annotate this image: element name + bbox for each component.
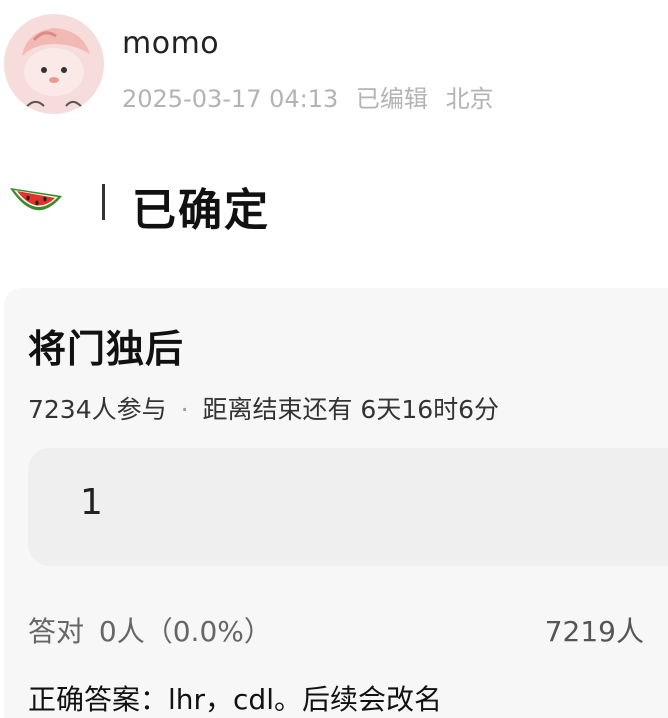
post-location: 北京: [445, 85, 494, 113]
poll-option-text: 1: [80, 482, 103, 523]
watermelon-icon: [10, 188, 62, 211]
username[interactable]: momo: [122, 26, 219, 61]
poll-participants: 7234人参与: [28, 395, 167, 424]
avatar-icon: [4, 14, 104, 114]
post-timestamp: 2025-03-17 04:13: [122, 85, 339, 113]
poll-result-row: 答对 0人（0.0%） 7219人: [28, 610, 644, 650]
poll-separator: ·: [180, 395, 189, 424]
status-text: 已确定: [132, 185, 270, 236]
poll-time-left: 距离结束还有 6天16时6分: [202, 395, 500, 424]
status-row: 已确定: [8, 172, 608, 236]
poll-title: 将门独后: [28, 327, 185, 371]
result-label: 答对: [28, 615, 85, 648]
edited-label: 已编辑: [355, 85, 428, 113]
poll-option[interactable]: 1: [28, 448, 668, 566]
other-count: 7219人: [544, 615, 644, 648]
post-page: momo 2025-03-17 04:13 已编辑 北京 已确定 将门独后 72…: [0, 0, 668, 718]
post-header: momo 2025-03-17 04:13 已编辑 北京: [0, 0, 668, 130]
poll-card: 将门独后 7234人参与 · 距离结束还有 6天16时6分 1 答对 0人（0.…: [4, 288, 668, 718]
poll-info: 7234人参与 · 距离结束还有 6天16时6分: [28, 390, 499, 426]
post-meta: 2025-03-17 04:13 已编辑 北京: [122, 79, 504, 114]
result-count: 0人（0.0%）: [98, 615, 272, 648]
divider: [102, 184, 105, 220]
avatar[interactable]: [4, 14, 104, 114]
correct-answer: 正确答案：lhr，cdl。后续会改名: [28, 683, 442, 716]
result-summary: 答对 0人（0.0%）: [28, 610, 278, 650]
